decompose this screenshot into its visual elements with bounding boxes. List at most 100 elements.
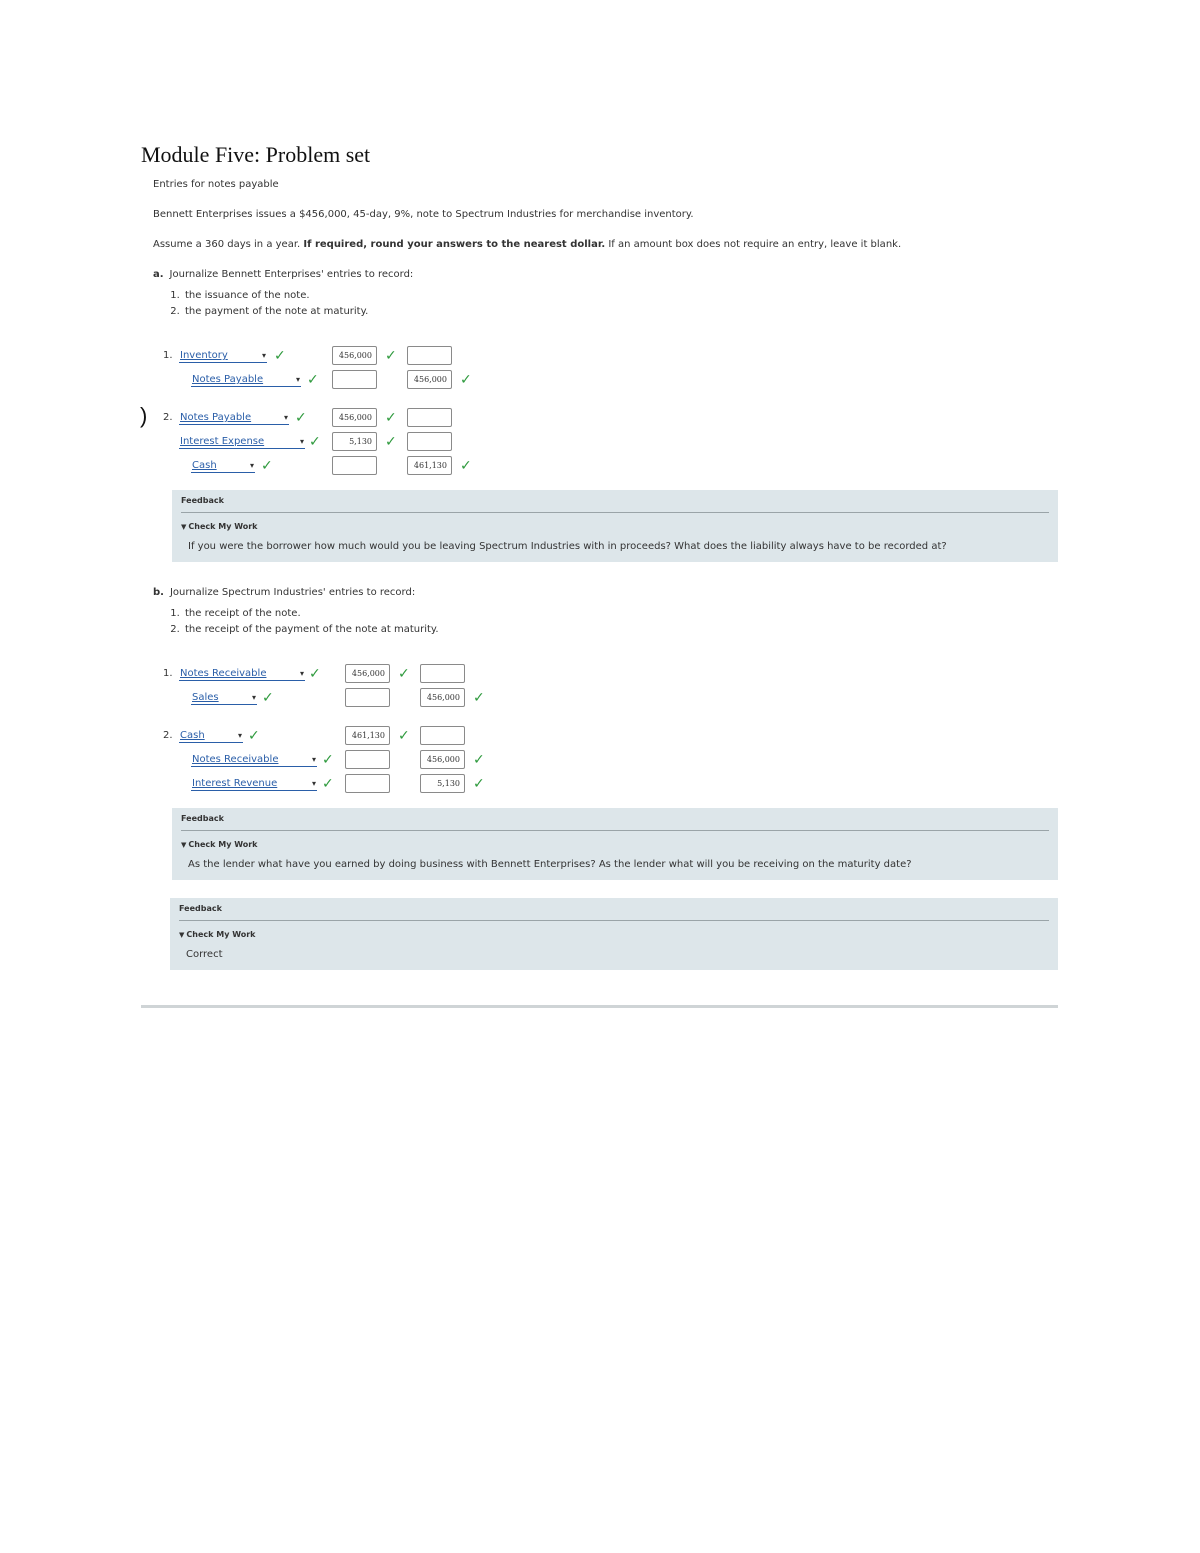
credit-input[interactable] [407,432,452,451]
feedback-panel-b: Feedback ▼ Check My Work As the lender wh… [172,808,1058,880]
debit-input[interactable] [345,688,390,707]
triangle-down-icon: ▼ [181,841,187,849]
account-select[interactable]: Notes Payable ▾ [179,411,289,425]
entry-number: 2. [163,730,173,741]
problem-content: Entries for notes payable Bennett Enterp… [153,178,1058,970]
part-a-items: the issuance of the note. the payment of… [153,288,1058,320]
journal-row: Cash ▾ ✓ 461,130 ✓ [163,456,1058,480]
check-icon: ✓ [473,690,485,706]
part-a-text: Journalize Bennett Enterprises' entries … [169,269,414,280]
journal-row: 2. Cash ▾ ✓ 461,130 ✓ [163,726,1058,750]
account-select[interactable]: Sales ▾ [191,691,257,705]
feedback-title: Feedback [181,814,1049,831]
dropdown-caret-icon: ▾ [237,731,242,740]
part-a-letter: a. [153,269,164,280]
feedback-title: Feedback [181,496,1049,513]
feedback-text: Correct [186,949,223,960]
journal-row: Interest Revenue ▾ ✓ 5,130 ✓ [163,774,1058,798]
credit-input[interactable]: 456,000 [407,370,452,389]
entry-number: 1. [163,668,173,679]
credit-input[interactable]: 456,000 [420,750,465,769]
feedback-panel-final: Feedback ▼ Check My Work Correct [170,898,1058,970]
credit-input[interactable] [407,408,452,427]
journal-entry-b2: 2. Cash ▾ ✓ 461,130 ✓ Notes Receivable ▾ ✓… [163,726,1058,798]
journal-row: Interest Expense ▾ ✓ 5,130 ✓ [163,432,1058,456]
debit-input[interactable] [332,370,377,389]
bottom-divider [141,1005,1058,1008]
triangle-down-icon: ▼ [179,931,185,939]
triangle-down-icon: ▼ [181,523,187,531]
part-b-label: b. Journalize Spectrum Industries' entrie… [153,586,1058,600]
credit-input[interactable]: 461,130 [407,456,452,475]
feedback-panel-a: Feedback ▼ Check My Work If you were the … [172,490,1058,562]
account-select[interactable]: Interest Revenue ▾ [191,777,317,791]
check-icon: ✓ [460,458,472,474]
part-b-text: Journalize Spectrum Industries' entries … [169,587,416,598]
credit-input[interactable] [407,346,452,365]
dropdown-caret-icon: ▾ [299,669,304,678]
check-my-work-toggle[interactable]: ▼ Check My Work [179,930,1049,939]
account-select[interactable]: Notes Payable ▾ [191,373,301,387]
instructions-bold: If required, round your answers to the n… [303,239,606,250]
check-icon: ✓ [385,410,397,426]
journal-row: 2. Notes Payable ▾ ✓ 456,000 ✓ [163,408,1058,432]
check-my-work-toggle[interactable]: ▼ Check My Work [181,840,1049,849]
journal-entry-a2: 2. Notes Payable ▾ ✓ 456,000 ✓ Interest E… [163,408,1058,480]
check-icon: ✓ [295,410,307,426]
check-icon: ✓ [307,372,319,388]
debit-input[interactable]: 456,000 [345,664,390,683]
account-select[interactable]: Notes Receivable ▾ [179,667,305,681]
account-select[interactable]: Inventory ▾ [179,349,267,363]
credit-input[interactable]: 5,130 [420,774,465,793]
part-b-letter: b. [153,587,164,598]
feedback-text: As the lender what have you earned by do… [188,859,912,870]
check-icon: ✓ [473,776,485,792]
check-my-work-toggle[interactable]: ▼ Check My Work [181,522,1049,531]
check-icon: ✓ [309,434,321,450]
account-select[interactable]: Interest Expense ▾ [179,435,305,449]
dropdown-caret-icon: ▾ [283,413,288,422]
instructions: Assume a 360 days in a year. If required… [153,238,1058,252]
account-select[interactable]: Cash ▾ [179,729,243,743]
check-icon: ✓ [274,348,286,364]
check-icon: ✓ [385,434,397,450]
part-a-item: the payment of the note at maturity. [183,304,1058,320]
dropdown-caret-icon: ▾ [311,779,316,788]
credit-input[interactable] [420,726,465,745]
journal-row: Notes Receivable ▾ ✓ 456,000 ✓ [163,750,1058,774]
check-icon: ✓ [398,728,410,744]
check-icon: ✓ [309,666,321,682]
instructions-suffix: If an amount box does not require an ent… [608,239,902,250]
check-icon: ✓ [473,752,485,768]
feedback-text: If you were the borrower how much would … [188,541,947,552]
check-icon: ✓ [398,666,410,682]
entry-number: 1. [163,350,173,361]
page-title: Module Five: Problem set [141,142,371,167]
debit-input[interactable]: 456,000 [332,346,377,365]
credit-input[interactable]: 456,000 [420,688,465,707]
check-icon: ✓ [385,348,397,364]
debit-input[interactable] [345,750,390,769]
check-icon: ✓ [248,728,260,744]
journal-row: 1. Notes Receivable ▾ ✓ 456,000 ✓ [163,664,1058,688]
debit-input[interactable]: 5,130 [332,432,377,451]
entry-number: 2. [163,412,173,423]
debit-input[interactable]: 461,130 [345,726,390,745]
check-icon: ✓ [460,372,472,388]
journal-entry-a1: 1. Inventory ▾ ✓ 456,000 ✓ Notes Payable ▾… [163,346,1058,394]
check-icon: ✓ [322,776,334,792]
debit-input[interactable]: 456,000 [332,408,377,427]
dropdown-caret-icon: ▾ [249,461,254,470]
journal-row: Sales ▾ ✓ 456,000 ✓ [163,688,1058,712]
feedback-title: Feedback [179,904,1049,921]
problem-statement: Bennett Enterprises issues a $456,000, 4… [153,209,694,220]
journal-entry-b1: 1. Notes Receivable ▾ ✓ 456,000 ✓ Sales ▾ … [163,664,1058,712]
debit-input[interactable] [345,774,390,793]
credit-input[interactable] [420,664,465,683]
account-select[interactable]: Notes Receivable ▾ [191,753,317,767]
part-b-item: the receipt of the note. [183,606,1058,622]
instructions-prefix: Assume a 360 days in a year. [153,239,301,250]
part-a-label: a. Journalize Bennett Enterprises' entrie… [153,268,1058,282]
debit-input[interactable] [332,456,377,475]
account-select[interactable]: Cash ▾ [191,459,255,473]
